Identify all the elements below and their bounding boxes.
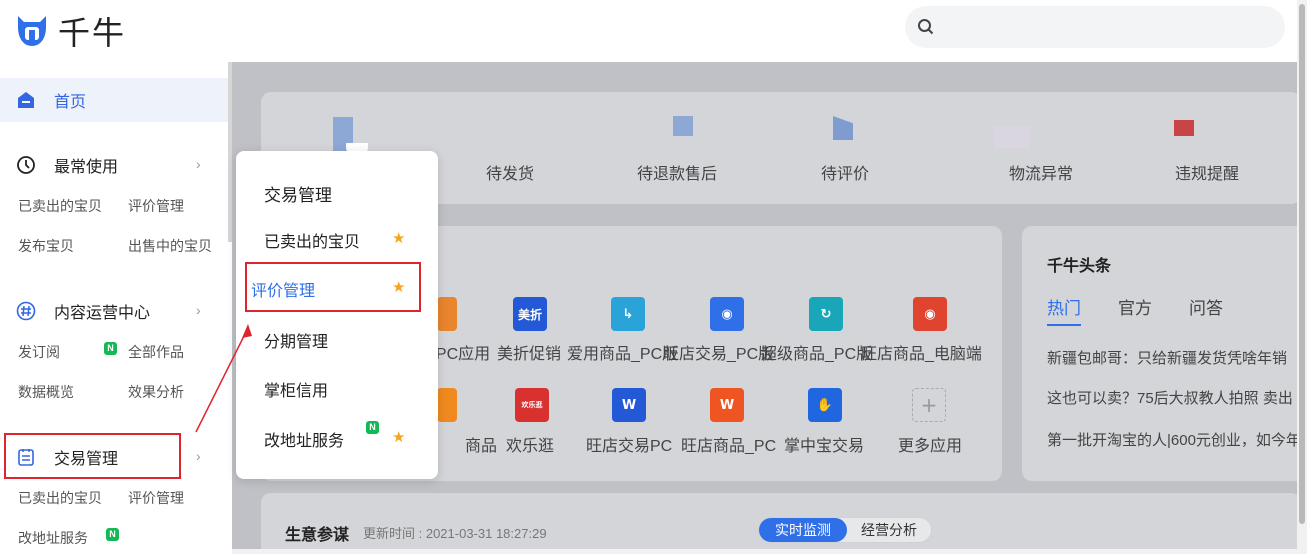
toggle-analysis[interactable]: 经营分析 [847,518,931,542]
sidebar-link-overview[interactable]: 数据概览 [18,382,74,402]
update-time: 更新时间 : 2021-03-31 18:27:29 [363,526,547,541]
tab-hot[interactable]: 热门 [1047,294,1081,319]
app-label[interactable]: 欢乐逛 [506,432,554,456]
app-label[interactable]: 超级商品_PC版 [761,340,872,364]
tab-qa[interactable]: 问答 [1189,294,1223,319]
sidebar-link-subscribe[interactable]: 发订阅 [18,342,60,362]
app-icon[interactable]: ◉ [913,297,947,331]
sidebar-link-reviews[interactable]: 评价管理 [128,488,184,508]
tab-underline [1047,324,1081,326]
tab-official[interactable]: 官方 [1118,294,1152,319]
highlight-box [4,433,181,479]
plus-icon[interactable]: + [912,388,946,422]
app-label[interactable]: 商品 [465,432,497,456]
app-label[interactable]: 旺店交易PC [586,432,672,456]
app-label[interactable]: 爱用商品_PC版 [567,340,678,364]
popup-item-reviews[interactable]: 评价管理 [251,277,315,301]
popup-item-installment[interactable]: 分期管理 [264,328,328,352]
chevron-right-icon[interactable]: › [196,448,201,464]
news-item[interactable]: 这也可以卖？75后大叔教人拍照 卖出 [1047,387,1293,408]
app-icon[interactable]: W [710,388,744,422]
pointer-arrow-icon [195,324,252,433]
sidebar-link-publish[interactable]: 发布宝贝 [18,236,74,256]
popup-item-credit[interactable]: 掌柜信用 [264,377,328,401]
qianniu-logo-icon [18,16,46,46]
new-badge: N [104,342,117,355]
hash-icon [16,301,36,321]
stat-refund[interactable]: 待退款售后 [617,160,737,184]
app-label[interactable]: 旺店交易_PC版 [663,340,774,364]
sidebar-link-reviews[interactable]: 评价管理 [128,196,184,216]
stat-chart-icon [673,116,693,136]
popup-item-address[interactable]: 改地址服务 [264,427,344,451]
home-icon [18,92,34,108]
app-label[interactable]: 掌中宝交易 [784,432,864,456]
sidebar-item-home[interactable]: 首页 [0,78,228,122]
news-title: 千牛头条 [1047,258,1112,275]
sidebar: 首页 最常使用 › 已卖出的宝贝 评价管理 发布宝贝 出售中的宝贝 内容运营中心… [0,62,228,554]
app-icon[interactable]: ✋ [808,388,842,422]
trade-flyout-menu: 交易管理 已卖出的宝贝 ★ 评价管理 ★ 分期管理 掌柜信用 改地址服务 N ★ [236,151,438,479]
app-icon[interactable]: ◉ [710,297,744,331]
sidebar-group-frequent[interactable]: 最常使用 › [0,150,228,180]
app-icon[interactable] [437,388,457,422]
sidebar-item-label: 首页 [54,94,87,111]
app-icon[interactable]: ↳ [611,297,645,331]
stat-logistics[interactable]: 物流异常 [981,160,1101,184]
search-icon [918,19,934,35]
brand-name: 千牛 [58,14,127,52]
news-card: 千牛头条 热门 官方 问答 新疆包邮哥：只给新疆发货凭啥年销 这也可以卖？75后… [1022,226,1307,481]
top-header: 千牛 [0,0,1307,62]
app-label[interactable]: 美折促销 [497,340,561,364]
app-icon[interactable]: W [612,388,646,422]
business-title: 生意参谋 [285,527,350,544]
stat-to-review[interactable]: 待评价 [785,160,905,184]
app-label[interactable]: 旺店商品_PC [681,432,776,456]
meizhe-icon[interactable]: 美折 [513,297,547,331]
star-icon[interactable]: ★ [392,278,405,296]
sidebar-group-label: 内容运营中心 [54,305,151,322]
toggle-realtime[interactable]: 实时监测 [759,518,847,542]
new-badge: N [366,421,379,434]
sidebar-link-effect[interactable]: 效果分析 [128,382,184,402]
brand-logo[interactable]: 千牛 [14,8,126,54]
huanle-icon[interactable]: 欢乐逛 [515,388,549,422]
search-input[interactable] [905,6,1285,48]
clock-icon [17,156,35,174]
sidebar-link-sold[interactable]: 已卖出的宝贝 [18,196,102,216]
star-icon[interactable]: ★ [392,229,405,247]
stat-violation[interactable]: 违规提醒 [1147,160,1267,184]
sidebar-link-all-works[interactable]: 全部作品 [128,342,184,362]
app-label[interactable]: 旺店商品_电脑端 [861,340,982,364]
sidebar-link-sold[interactable]: 已卖出的宝贝 [18,488,102,508]
star-icon[interactable]: ★ [392,428,405,446]
app-icon[interactable]: ↻ [809,297,843,331]
stat-chart-icon [1174,120,1194,136]
popup-title: 交易管理 [264,186,332,205]
stat-to-ship[interactable]: 待发货 [450,160,570,184]
new-badge: N [106,528,119,541]
sidebar-link-on-sale[interactable]: 出售中的宝贝 [128,236,212,256]
sidebar-link-address[interactable]: 改地址服务 [18,528,88,548]
stat-chart-icon [994,126,1030,148]
business-mode-toggle: 实时监测 经营分析 [758,517,932,543]
stat-chart-icon [833,116,853,140]
chevron-right-icon[interactable]: › [196,156,201,172]
sidebar-group-label: 最常使用 [54,159,119,176]
scrollbar-thumb[interactable] [1299,4,1305,524]
horizontal-scrollbar[interactable] [232,549,1297,554]
app-label[interactable]: 更多应用 [898,432,962,456]
page-scrollbar[interactable] [1297,0,1307,554]
news-item[interactable]: 第一批开淘宝的人|600元创业，如今年 [1047,429,1301,450]
news-item[interactable]: 新疆包邮哥：只给新疆发货凭啥年销 [1047,347,1287,368]
popup-item-sold[interactable]: 已卖出的宝贝 [264,228,360,252]
chevron-right-icon[interactable]: › [196,302,201,318]
app-icon[interactable] [437,297,457,331]
